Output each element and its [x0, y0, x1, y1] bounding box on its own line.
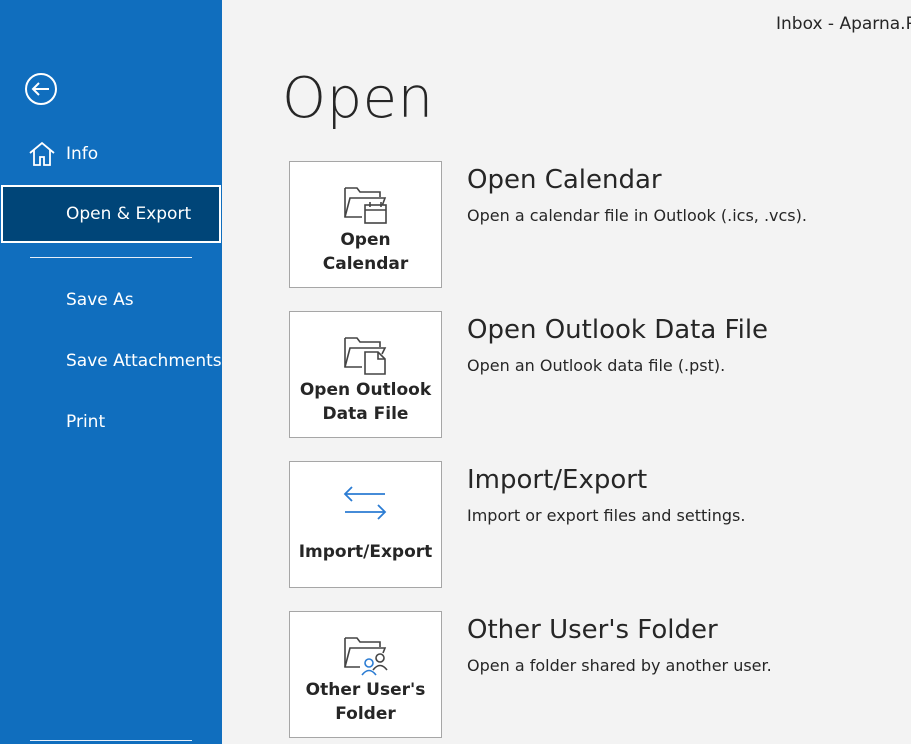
option-description: Import or export files and settings. — [467, 506, 746, 525]
calendar-folder-icon — [344, 187, 387, 224]
home-icon — [29, 141, 55, 166]
tile-label: Other User's Folder — [305, 680, 426, 724]
sidebar-item-save-attachments[interactable]: Save Attachments — [0, 332, 222, 390]
sidebar-item-info[interactable]: Info — [0, 125, 222, 183]
sidebar-item-label: Save As — [66, 290, 134, 310]
sidebar-item-label: Print — [66, 412, 106, 432]
data-file-folder-icon — [344, 337, 387, 375]
option-description: Open a folder shared by another user. — [467, 656, 772, 675]
backstage-sidebar: Info Open & Export Save As Save Attachme… — [0, 0, 222, 744]
sidebar-item-label: Save Attachments — [66, 351, 222, 371]
sidebar-item-print[interactable]: Print — [0, 393, 222, 451]
other-users-folder-button[interactable]: Other User's Folder — [289, 611, 442, 738]
sidebar-item-label: Info — [66, 144, 99, 164]
sidebar-divider — [30, 740, 192, 741]
page-title: Open — [282, 66, 434, 131]
back-button[interactable] — [24, 72, 58, 106]
option-heading: Other User's Folder — [467, 615, 718, 645]
open-calendar-button[interactable]: Open Calendar — [289, 161, 442, 288]
import-export-arrows-icon — [343, 486, 387, 520]
option-description: Open a calendar file in Outlook (.ics, .… — [467, 206, 807, 225]
sidebar-item-open-export[interactable]: Open & Export — [1, 185, 221, 243]
option-heading: Open Outlook Data File — [467, 315, 769, 345]
sidebar-item-label: Open & Export — [66, 204, 192, 224]
tile-label: Open Calendar — [322, 230, 409, 274]
option-heading: Import/Export — [467, 465, 648, 495]
option-heading: Open Calendar — [467, 165, 662, 195]
back-arrow-icon — [25, 73, 57, 105]
tile-label: Import/Export — [298, 542, 433, 562]
sidebar-item-save-as[interactable]: Save As — [0, 271, 222, 329]
import-export-button[interactable]: Import/Export — [289, 461, 442, 588]
tile-label: Open Outlook Data File — [299, 380, 432, 424]
shared-folder-users-icon — [344, 637, 388, 676]
option-description: Open an Outlook data file (.pst). — [467, 356, 726, 375]
window-title: Inbox - Aparna.Pa — [776, 14, 911, 34]
open-outlook-data-file-button[interactable]: Open Outlook Data File — [289, 311, 442, 438]
sidebar-divider — [30, 257, 192, 258]
